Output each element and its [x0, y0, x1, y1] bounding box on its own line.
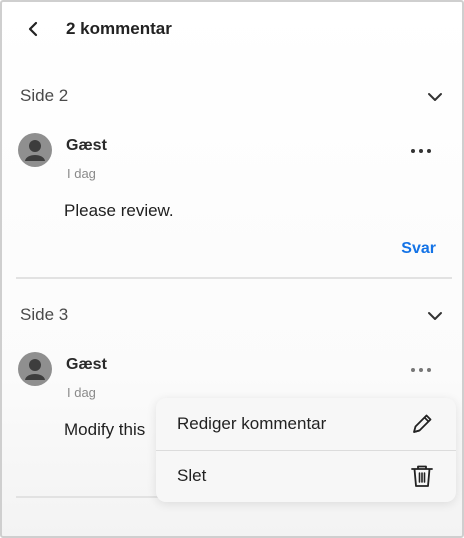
back-button[interactable] — [20, 16, 46, 42]
collapse-button[interactable] — [424, 305, 446, 327]
edit-comment-menu-item[interactable]: Rediger kommentar — [156, 398, 456, 450]
delete-comment-menu-item[interactable]: Slet — [156, 450, 456, 502]
comment-body: Please review. — [64, 201, 174, 220]
chevron-left-icon — [28, 21, 38, 37]
avatar — [18, 352, 52, 386]
more-options-button[interactable] — [408, 142, 434, 160]
comment-time: I dag — [67, 166, 96, 181]
panel-header: 2 kommentar — [2, 2, 462, 58]
comment-author: Gæst — [66, 356, 107, 373]
more-options-button[interactable] — [408, 361, 434, 379]
menu-item-label: Slet — [177, 466, 207, 485]
comments-panel: 2 kommentar Side 2 Gæst I dag Please rev… — [0, 0, 464, 538]
more-horizontal-icon — [411, 368, 431, 372]
avatar — [18, 133, 52, 167]
section-title: Side 3 — [20, 305, 69, 324]
pencil-icon — [408, 410, 436, 438]
reply-button[interactable]: Svar — [401, 240, 436, 258]
user-icon — [25, 359, 45, 380]
chevron-down-icon — [428, 312, 442, 320]
section-header-side-3[interactable]: Side 3 — [2, 301, 462, 331]
comment-author: Gæst — [66, 137, 107, 154]
collapse-button[interactable] — [424, 86, 446, 108]
menu-item-label: Rediger kommentar — [177, 414, 327, 433]
chevron-down-icon — [428, 93, 442, 101]
comment-count-title: 2 kommentar — [66, 19, 172, 38]
section-title: Side 2 — [20, 86, 69, 105]
comment-context-menu: Rediger kommentar Slet — [156, 398, 456, 502]
section-header-side-2[interactable]: Side 2 — [2, 82, 462, 112]
more-horizontal-icon — [411, 149, 431, 153]
user-icon — [25, 140, 45, 161]
divider — [16, 277, 452, 279]
trash-icon — [408, 462, 436, 490]
comment-body: Modify this — [64, 420, 146, 439]
comment-time: I dag — [67, 385, 96, 400]
